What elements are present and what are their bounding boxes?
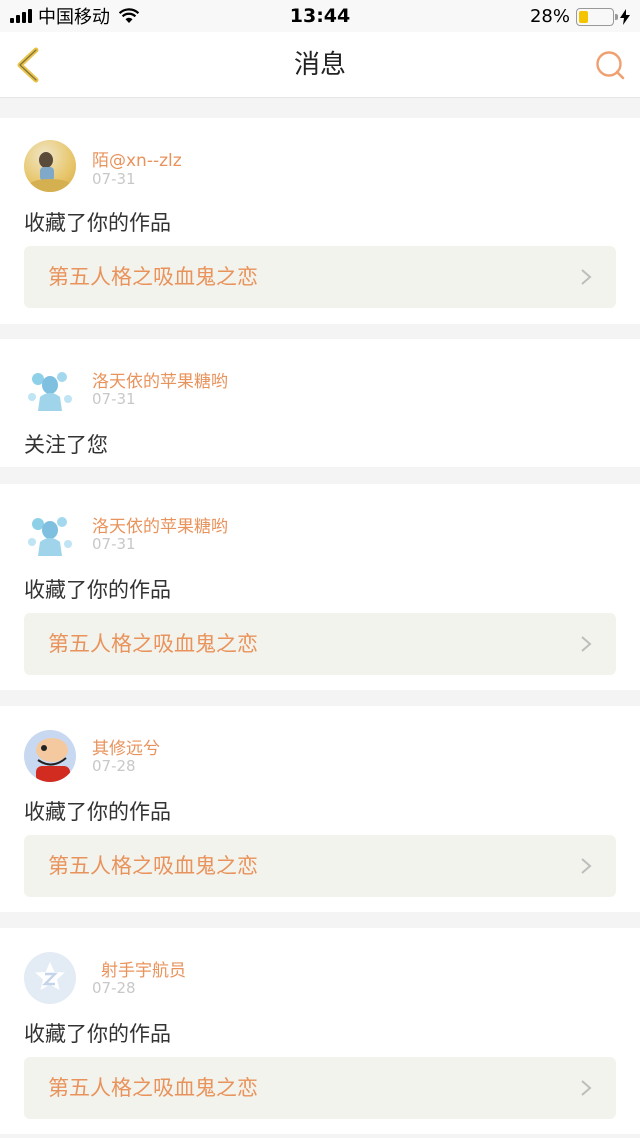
default-qq-avatar-icon: [35, 962, 65, 990]
message-action: 收藏了你的作品: [24, 211, 171, 235]
message-action: 关注了您: [24, 433, 108, 457]
nav-bar: 消息: [0, 32, 640, 98]
message-card: 陌@xn--zlz 07-31 收藏了你的作品 第五人格之吸血鬼之恋: [0, 118, 640, 324]
message-date: 07-31: [92, 170, 136, 188]
message-date: 07-28: [92, 979, 136, 997]
message-date: 07-28: [92, 757, 136, 775]
search-button[interactable]: [594, 49, 626, 81]
message-date: 07-31: [92, 390, 136, 408]
battery-percent: 28%: [529, 6, 570, 27]
user-avatar[interactable]: [24, 363, 76, 415]
user-avatar[interactable]: [24, 140, 76, 192]
carrier-name: 中国移动: [38, 7, 110, 28]
search-icon: [596, 51, 625, 80]
work-title: 第五人格之吸血鬼之恋: [48, 1076, 258, 1100]
work-link[interactable]: 第五人格之吸血鬼之恋: [24, 613, 616, 675]
message-card: 射手宇航员 07-28 收藏了你的作品 第五人格之吸血鬼之恋: [0, 928, 640, 1134]
username[interactable]: 射手宇航员: [101, 956, 186, 981]
user-avatar[interactable]: [24, 508, 76, 560]
work-title: 第五人格之吸血鬼之恋: [48, 265, 258, 289]
message-card: 洛天依的苹果糖哟 07-31 关注了您: [0, 339, 640, 467]
status-bar: 中国移动 13:44 28%: [0, 0, 640, 32]
cartoon-avatar-icon: [36, 738, 70, 782]
photo-avatar-icon: [28, 152, 72, 192]
page-title: 消息: [293, 50, 346, 80]
work-link[interactable]: 第五人格之吸血鬼之恋: [24, 1057, 616, 1119]
message-action: 收藏了你的作品: [24, 578, 171, 602]
chevron-right-icon: [581, 1080, 592, 1096]
battery-icon: [576, 7, 618, 26]
chevron-right-icon: [581, 636, 592, 652]
signal-icon: [10, 9, 32, 23]
username[interactable]: 其修远兮: [92, 734, 160, 759]
message-action: 收藏了你的作品: [24, 800, 171, 824]
charging-bolt-icon: [620, 8, 630, 25]
user-avatar[interactable]: [24, 952, 76, 1004]
work-title: 第五人格之吸血鬼之恋: [48, 854, 258, 878]
chevron-right-icon: [581, 858, 592, 874]
user-avatar[interactable]: [24, 730, 76, 782]
chevron-right-icon: [581, 269, 592, 285]
back-button[interactable]: [12, 46, 46, 84]
username[interactable]: 洛天依的苹果糖哟: [92, 367, 228, 392]
work-link[interactable]: 第五人格之吸血鬼之恋: [24, 835, 616, 897]
work-title: 第五人格之吸血鬼之恋: [48, 632, 258, 656]
message-card: 洛天依的苹果糖哟 07-31 收藏了你的作品 第五人格之吸血鬼之恋: [0, 484, 640, 690]
wifi-icon: [118, 8, 140, 23]
anime-avatar-icon: [28, 372, 72, 411]
work-link[interactable]: 第五人格之吸血鬼之恋: [24, 246, 616, 308]
username[interactable]: 洛天依的苹果糖哟: [92, 512, 228, 537]
message-date: 07-31: [92, 535, 136, 553]
chevron-left-icon: [17, 47, 39, 83]
anime-avatar-icon: [28, 517, 72, 556]
message-action: 收藏了你的作品: [24, 1022, 171, 1046]
username[interactable]: 陌@xn--zlz: [92, 146, 182, 171]
message-card: 其修远兮 07-28 收藏了你的作品 第五人格之吸血鬼之恋: [0, 706, 640, 912]
